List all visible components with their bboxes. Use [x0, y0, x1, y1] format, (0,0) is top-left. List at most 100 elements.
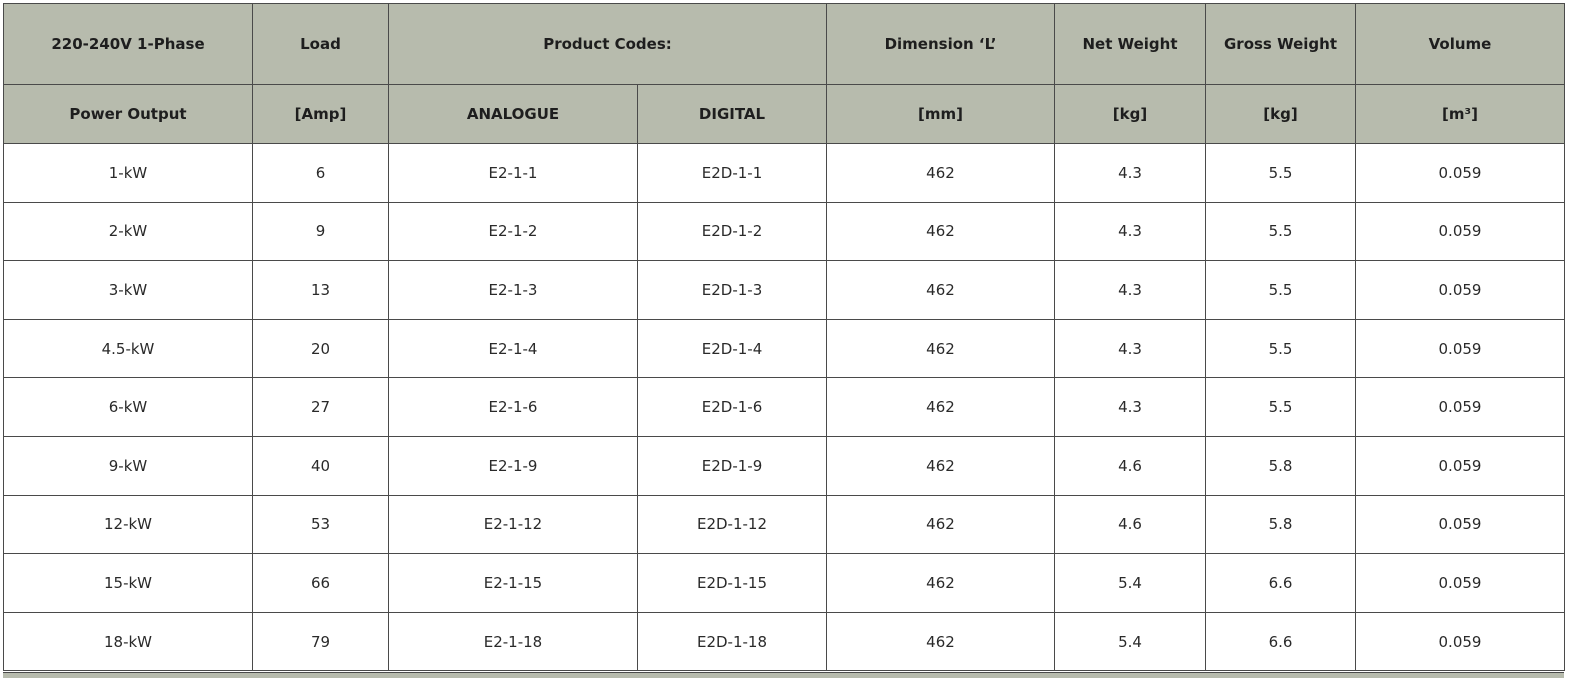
cell-net-weight: 4.3 — [1054, 377, 1206, 437]
spec-table-container: 220-240V 1-Phase Load Product Codes: Dim… — [3, 3, 1565, 672]
cell-digital-code: E2D-1-12 — [637, 494, 827, 555]
cell-net-weight: 4.3 — [1054, 318, 1206, 379]
product-spec-table: 220-240V 1-Phase Load Product Codes: Dim… — [3, 3, 1565, 672]
subheader-gross-weight-unit: [kg] — [1205, 84, 1356, 144]
cell-volume: 0.059 — [1355, 201, 1565, 262]
cell-load: 27 — [252, 377, 389, 437]
cell-gross-weight: 6.6 — [1205, 553, 1356, 613]
cell-gross-weight: 6.6 — [1205, 611, 1356, 672]
header-volume: Volume — [1355, 3, 1565, 85]
cell-analogue-code: E2-1-4 — [388, 318, 638, 379]
cell-net-weight: 4.3 — [1054, 260, 1206, 320]
cell-gross-weight: 5.8 — [1205, 494, 1356, 555]
cell-net-weight: 4.6 — [1054, 435, 1206, 496]
cell-gross-weight: 5.8 — [1205, 435, 1356, 496]
subheader-digital: DIGITAL — [637, 84, 827, 144]
cell-power-output: 4.5-kW — [3, 318, 253, 379]
cell-analogue-code: E2-1-6 — [388, 377, 638, 437]
header-row-titles: 220-240V 1-Phase Load Product Codes: Dim… — [3, 3, 1565, 85]
cell-dimension: 462 — [826, 201, 1055, 262]
cell-analogue-code: E2-1-3 — [388, 260, 638, 320]
cell-digital-code: E2D-1-9 — [637, 435, 827, 496]
cell-analogue-code: E2-1-2 — [388, 201, 638, 262]
cell-load: 79 — [252, 611, 389, 672]
cell-digital-code: E2D-1-2 — [637, 201, 827, 262]
cell-digital-code: E2D-1-4 — [637, 318, 827, 379]
cell-dimension: 462 — [826, 143, 1055, 203]
cell-power-output: 3-kW — [3, 260, 253, 320]
table-row: 18-kW 79 E2-1-18 E2D-1-18 462 5.4 6.6 0.… — [3, 611, 1565, 672]
table-body: 1-kW 6 E2-1-1 E2D-1-1 462 4.3 5.5 0.059 … — [3, 143, 1565, 672]
cell-net-weight: 5.4 — [1054, 553, 1206, 613]
table-row: 3-kW 13 E2-1-3 E2D-1-3 462 4.3 5.5 0.059 — [3, 260, 1565, 320]
cell-dimension: 462 — [826, 318, 1055, 379]
cell-analogue-code: E2-1-15 — [388, 553, 638, 613]
cell-gross-weight: 5.5 — [1205, 377, 1356, 437]
subheader-analogue: ANALOGUE — [388, 84, 638, 144]
table-footer-strip — [3, 672, 1564, 678]
table-row: 4.5-kW 20 E2-1-4 E2D-1-4 462 4.3 5.5 0.0… — [3, 318, 1565, 379]
cell-dimension: 462 — [826, 377, 1055, 437]
table-row: 9-kW 40 E2-1-9 E2D-1-9 462 4.6 5.8 0.059 — [3, 435, 1565, 496]
table-row: 6-kW 27 E2-1-6 E2D-1-6 462 4.3 5.5 0.059 — [3, 377, 1565, 437]
header-load: Load — [252, 3, 389, 85]
cell-digital-code: E2D-1-3 — [637, 260, 827, 320]
table-row: 2-kW 9 E2-1-2 E2D-1-2 462 4.3 5.5 0.059 — [3, 201, 1565, 262]
header-net-weight: Net Weight — [1054, 3, 1206, 85]
table-row: 12-kW 53 E2-1-12 E2D-1-12 462 4.6 5.8 0.… — [3, 494, 1565, 555]
cell-volume: 0.059 — [1355, 377, 1565, 437]
cell-digital-code: E2D-1-18 — [637, 611, 827, 672]
cell-digital-code: E2D-1-6 — [637, 377, 827, 437]
cell-load: 40 — [252, 435, 389, 496]
subheader-net-weight-unit: [kg] — [1054, 84, 1206, 144]
cell-dimension: 462 — [826, 553, 1055, 613]
cell-power-output: 2-kW — [3, 201, 253, 262]
subheader-power-output: Power Output — [3, 84, 253, 144]
cell-net-weight: 4.3 — [1054, 143, 1206, 203]
header-product-codes: Product Codes: — [388, 3, 827, 85]
cell-load: 9 — [252, 201, 389, 262]
table-row: 15-kW 66 E2-1-15 E2D-1-15 462 5.4 6.6 0.… — [3, 553, 1565, 613]
cell-load: 6 — [252, 143, 389, 203]
cell-power-output: 15-kW — [3, 553, 253, 613]
cell-volume: 0.059 — [1355, 494, 1565, 555]
cell-digital-code: E2D-1-15 — [637, 553, 827, 613]
cell-load: 13 — [252, 260, 389, 320]
cell-power-output: 18-kW — [3, 611, 253, 672]
cell-load: 53 — [252, 494, 389, 555]
cell-net-weight: 4.6 — [1054, 494, 1206, 555]
cell-volume: 0.059 — [1355, 611, 1565, 672]
cell-load: 20 — [252, 318, 389, 379]
cell-analogue-code: E2-1-9 — [388, 435, 638, 496]
cell-analogue-code: E2-1-1 — [388, 143, 638, 203]
cell-gross-weight: 5.5 — [1205, 201, 1356, 262]
cell-dimension: 462 — [826, 435, 1055, 496]
cell-digital-code: E2D-1-1 — [637, 143, 827, 203]
cell-gross-weight: 5.5 — [1205, 143, 1356, 203]
cell-power-output: 9-kW — [3, 435, 253, 496]
cell-net-weight: 5.4 — [1054, 611, 1206, 672]
cell-power-output: 6-kW — [3, 377, 253, 437]
subheader-load-unit: [Amp] — [252, 84, 389, 144]
header-row-units: Power Output [Amp] ANALOGUE DIGITAL [mm]… — [3, 84, 1565, 144]
header-gross-weight: Gross Weight — [1205, 3, 1356, 85]
cell-dimension: 462 — [826, 494, 1055, 555]
cell-gross-weight: 5.5 — [1205, 318, 1356, 379]
subheader-volume-unit: [m³] — [1355, 84, 1565, 144]
cell-dimension: 462 — [826, 260, 1055, 320]
cell-dimension: 462 — [826, 611, 1055, 672]
cell-power-output: 12-kW — [3, 494, 253, 555]
cell-volume: 0.059 — [1355, 143, 1565, 203]
subheader-dimension-unit: [mm] — [826, 84, 1055, 144]
cell-load: 66 — [252, 553, 389, 613]
table-header: 220-240V 1-Phase Load Product Codes: Dim… — [3, 3, 1565, 144]
cell-analogue-code: E2-1-18 — [388, 611, 638, 672]
cell-volume: 0.059 — [1355, 260, 1565, 320]
cell-gross-weight: 5.5 — [1205, 260, 1356, 320]
header-power-phase: 220-240V 1-Phase — [3, 3, 253, 85]
cell-power-output: 1-kW — [3, 143, 253, 203]
cell-net-weight: 4.3 — [1054, 201, 1206, 262]
table-row: 1-kW 6 E2-1-1 E2D-1-1 462 4.3 5.5 0.059 — [3, 143, 1565, 203]
cell-analogue-code: E2-1-12 — [388, 494, 638, 555]
cell-volume: 0.059 — [1355, 318, 1565, 379]
